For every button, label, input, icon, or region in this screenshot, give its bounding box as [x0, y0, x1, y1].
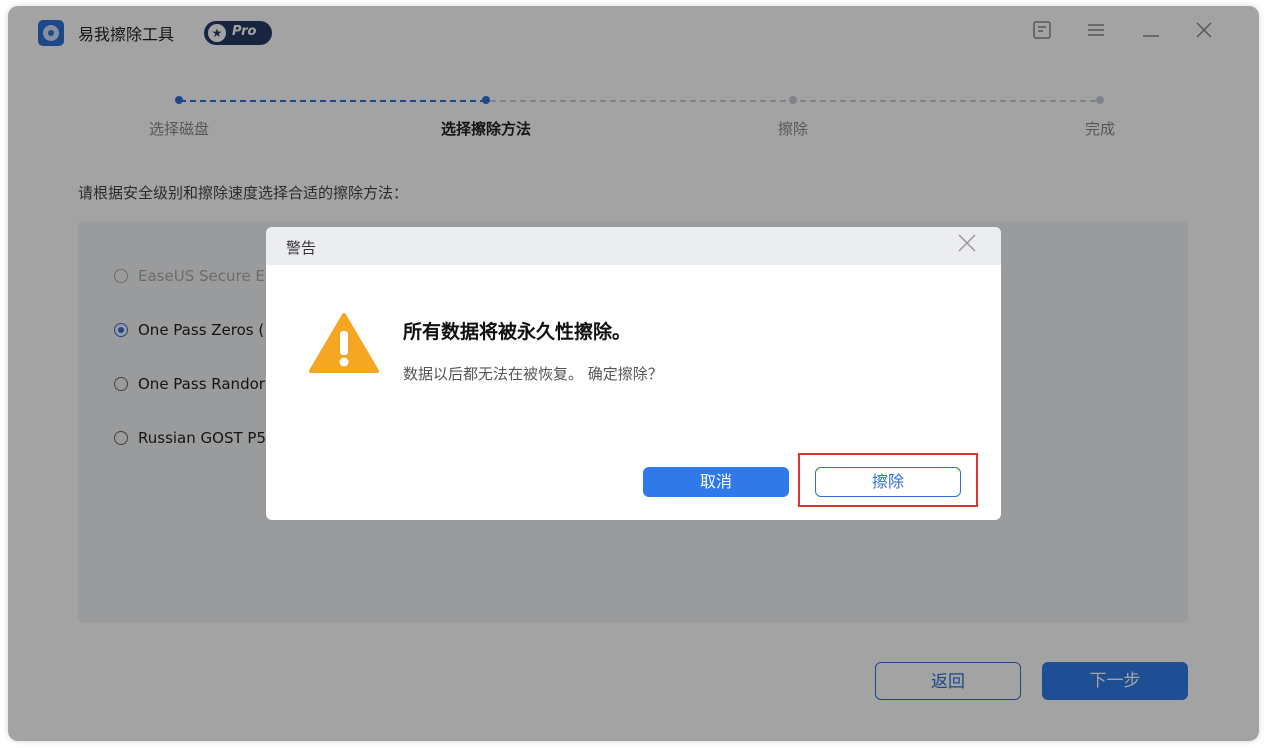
dialog-message: 所有数据将被永久性擦除。 [403, 321, 632, 343]
dialog-close-icon[interactable] [955, 233, 979, 257]
dialog-sub-message: 数据以后都无法在被恢复。 确定擦除？ [403, 365, 663, 383]
cancel-button[interactable]: 取消 [643, 467, 789, 497]
highlight-box [798, 453, 978, 507]
dialog-header: 警告 [266, 227, 1001, 265]
warning-icon [308, 311, 380, 375]
dialog-title: 警告 [286, 239, 317, 257]
app-window: 易我擦除工具 ★ Pro 选择磁盘 选择擦除方法 擦除 完成 请根据安全级别和擦… [8, 6, 1259, 741]
